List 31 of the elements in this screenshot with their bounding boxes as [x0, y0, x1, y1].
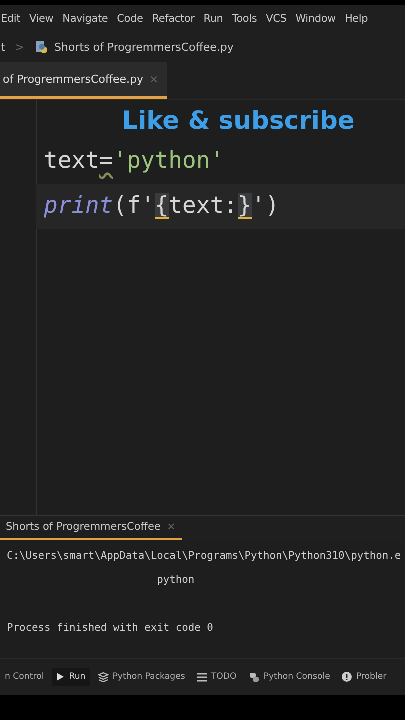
tool-window-button[interactable]: Python Console: [244, 668, 334, 686]
console-line: C:\Users\smart\AppData\Local\Programs\Python\Python310\python.e: [7, 550, 402, 562]
menu-item[interactable]: Edit: [1, 12, 21, 24]
tool-window-button[interactable]: Run: [52, 668, 90, 686]
code-line: text='python': [43, 147, 226, 176]
list-icon: [197, 672, 208, 682]
menu-item[interactable]: Run: [204, 12, 224, 24]
alert-icon: [342, 672, 352, 682]
menu-item[interactable]: Help: [344, 12, 368, 24]
menu-item[interactable]: View: [30, 12, 54, 24]
python-file-icon: [34, 40, 49, 54]
menu-item[interactable]: Navigate: [62, 12, 108, 24]
breadcrumb-file[interactable]: Shorts of ProgremmersCoffee.py: [54, 40, 234, 54]
overlay-caption: Like & subscribe: [122, 105, 355, 137]
menu-item[interactable]: Code: [117, 12, 144, 24]
tool-window-button[interactable]: Probler: [338, 668, 391, 686]
console-line: Process finished with exit code 0: [7, 622, 214, 634]
layers-icon: [98, 672, 109, 682]
play-icon: [56, 672, 66, 682]
menu-item[interactable]: Tools: [232, 12, 258, 24]
tool-window-button[interactable]: n Control: [1, 668, 48, 686]
tool-window-button[interactable]: Python Packages: [94, 668, 190, 686]
menu-item[interactable]: Window: [296, 12, 336, 24]
breadcrumb-separator: >: [15, 40, 25, 54]
tool-window-button[interactable]: TODO: [193, 668, 241, 686]
python-icon: [248, 672, 260, 682]
breadcrumb-project[interactable]: t: [1, 40, 6, 54]
menu-item[interactable]: VCS: [266, 12, 287, 24]
editor-tab[interactable]: of ProgremmersCoffee.py ×: [0, 62, 167, 99]
menu-item[interactable]: Refactor: [152, 12, 195, 24]
console-line: ________________________python: [7, 574, 195, 586]
